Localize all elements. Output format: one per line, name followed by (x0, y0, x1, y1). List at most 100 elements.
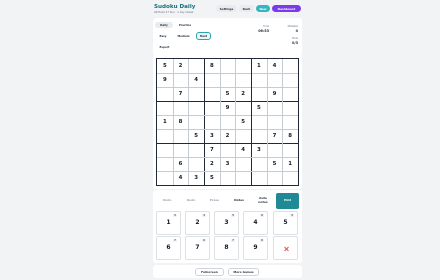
board-cell[interactable] (173, 73, 189, 87)
board-cell[interactable] (188, 59, 204, 73)
number-key-3[interactable]: 35 (214, 211, 239, 235)
board-cell[interactable]: 5 (235, 115, 251, 129)
board-cell[interactable]: 8 (204, 59, 220, 73)
board-cell[interactable] (235, 157, 251, 171)
board-cell[interactable] (157, 171, 173, 185)
board-cell[interactable] (267, 101, 283, 115)
board-cell[interactable]: 2 (235, 87, 251, 101)
board-cell[interactable] (235, 129, 251, 143)
board-cell[interactable]: 6 (173, 157, 189, 171)
board-cell[interactable] (235, 73, 251, 87)
board-cell[interactable]: 2 (220, 129, 236, 143)
board-cell[interactable] (282, 87, 298, 101)
board-cell[interactable]: 7 (204, 143, 220, 157)
board-cell[interactable]: 9 (220, 101, 236, 115)
board-cell[interactable] (188, 115, 204, 129)
board-cell[interactable] (157, 87, 173, 101)
erase-button[interactable]: Erase (203, 194, 226, 208)
board-cell[interactable]: 2 (204, 157, 220, 171)
dark-mode-button[interactable]: Dark (239, 5, 254, 12)
board-cell[interactable]: 1 (282, 157, 298, 171)
board-cell[interactable] (282, 143, 298, 157)
board-cell[interactable]: 1 (157, 115, 173, 129)
board-cell[interactable] (282, 59, 298, 73)
settings-button[interactable]: Settings (216, 5, 237, 12)
number-key-6[interactable]: 67 (156, 236, 181, 260)
board-cell[interactable]: 1 (251, 59, 267, 73)
board-cell[interactable] (267, 171, 283, 185)
board-cell[interactable] (267, 143, 283, 157)
board-cell[interactable] (220, 143, 236, 157)
board-cell[interactable]: 4 (267, 59, 283, 73)
fullscreen-button[interactable]: Fullscreen (195, 268, 224, 276)
board-cell[interactable]: 3 (251, 143, 267, 157)
board-cell[interactable]: 5 (204, 171, 220, 185)
difficulty-hard-button[interactable]: Hard (196, 32, 211, 40)
board-cell[interactable] (235, 101, 251, 115)
board-cell[interactable] (188, 101, 204, 115)
dashboard-button[interactable]: Dashboard (272, 5, 301, 12)
board-cell[interactable] (157, 101, 173, 115)
new-game-button[interactable]: New (256, 5, 270, 12)
board-cell[interactable]: 5 (220, 87, 236, 101)
board-cell[interactable]: 3 (220, 157, 236, 171)
board-cell[interactable] (282, 115, 298, 129)
board-cell[interactable]: 8 (282, 129, 298, 143)
number-key-7[interactable]: 76 (185, 236, 210, 260)
board-cell[interactable] (235, 59, 251, 73)
board-cell[interactable]: 8 (173, 115, 189, 129)
number-key-2[interactable]: 24 (185, 211, 210, 235)
difficulty-medium-button[interactable]: Medium (173, 33, 194, 39)
board-cell[interactable] (188, 143, 204, 157)
board-cell[interactable] (220, 59, 236, 73)
board-cell[interactable] (251, 73, 267, 87)
difficulty-easy-button[interactable]: Easy (155, 33, 171, 39)
tab-practice[interactable]: Practice (174, 22, 196, 28)
board-cell[interactable]: 4 (235, 143, 251, 157)
undo-button[interactable]: Undo (156, 194, 178, 208)
board-cell[interactable]: 5 (157, 59, 173, 73)
board-cell[interactable] (173, 143, 189, 157)
board-cell[interactable] (251, 115, 267, 129)
auto-notes-button[interactable]: Auto notes (252, 194, 274, 208)
more-games-button[interactable]: More Games (228, 268, 259, 276)
board-cell[interactable]: 5 (267, 157, 283, 171)
board-cell[interactable] (173, 129, 189, 143)
number-key-4[interactable]: 46 (243, 211, 268, 235)
board-cell[interactable] (235, 171, 251, 185)
number-key-1[interactable]: 15 (156, 211, 181, 235)
board-cell[interactable] (282, 171, 298, 185)
clear-key[interactable] (273, 236, 298, 260)
board-cell[interactable] (282, 101, 298, 115)
board-cell[interactable] (188, 87, 204, 101)
board-cell[interactable]: 5 (251, 101, 267, 115)
board-cell[interactable]: 3 (188, 171, 204, 185)
board-cell[interactable] (157, 129, 173, 143)
board-cell[interactable] (157, 143, 173, 157)
board-cell[interactable] (157, 157, 173, 171)
export-button[interactable]: Export (155, 44, 174, 50)
sudoku-board[interactable]: 52814947529951855327874362351435 (156, 58, 299, 186)
number-key-9[interactable]: 96 (243, 236, 268, 260)
board-cell[interactable] (220, 171, 236, 185)
board-cell[interactable] (267, 73, 283, 87)
number-key-8[interactable]: 87 (214, 236, 239, 260)
tab-daily[interactable]: Daily (155, 22, 173, 28)
board-cell[interactable]: 7 (267, 129, 283, 143)
board-cell[interactable] (251, 87, 267, 101)
board-cell[interactable]: 5 (188, 129, 204, 143)
board-cell[interactable]: 3 (204, 129, 220, 143)
board-cell[interactable] (188, 157, 204, 171)
notes-button[interactable]: Notes (228, 194, 250, 208)
board-cell[interactable] (204, 101, 220, 115)
board-cell[interactable] (204, 87, 220, 101)
board-cell[interactable] (282, 73, 298, 87)
board-cell[interactable]: 4 (188, 73, 204, 87)
board-cell[interactable] (220, 73, 236, 87)
board-cell[interactable] (251, 129, 267, 143)
board-cell[interactable] (251, 157, 267, 171)
board-cell[interactable]: 9 (267, 87, 283, 101)
board-cell[interactable]: 9 (157, 73, 173, 87)
board-cell[interactable]: 4 (173, 171, 189, 185)
hint-button[interactable]: Hint (276, 193, 299, 209)
